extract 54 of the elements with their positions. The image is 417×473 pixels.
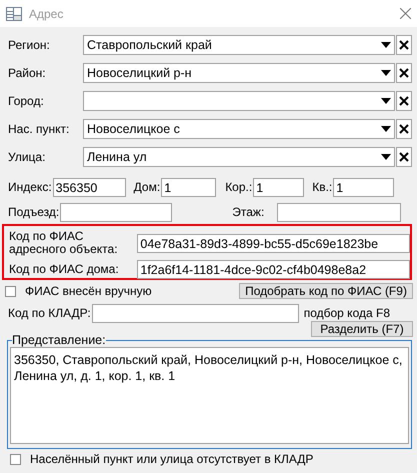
- field-label: Подъезд:: [8, 205, 60, 219]
- checkbox[interactable]: [5, 286, 16, 296]
- window-title: Адрес: [29, 6, 64, 20]
- input-field[interactable]: [60, 202, 172, 222]
- field-label: Регион:: [8, 38, 51, 52]
- group-title: Представление:: [12, 333, 106, 347]
- field-label: Код по КЛАДР:: [8, 306, 91, 320]
- clear-button[interactable]: [396, 63, 412, 83]
- input-field[interactable]: 1: [161, 178, 216, 196]
- dropdown-arrow-icon[interactable]: [381, 154, 391, 160]
- field-label: Индекс:: [8, 180, 52, 194]
- app-icon: [6, 6, 22, 20]
- field-label: Район:: [8, 66, 47, 80]
- clear-button[interactable]: [396, 119, 412, 139]
- dropdown[interactable]: Новоселицкое с: [83, 119, 395, 139]
- input-field[interactable]: [277, 202, 402, 222]
- field-label: Город:: [8, 94, 45, 108]
- close-icon: [399, 96, 409, 106]
- match-code-button[interactable]: Подобрать код по ФИАС (F9): [239, 283, 413, 299]
- clear-button[interactable]: [396, 147, 412, 167]
- input-field[interactable]: 356350: [52, 178, 126, 196]
- dropdown-arrow-icon[interactable]: [381, 98, 391, 104]
- split-button[interactable]: Разделить (F7): [311, 321, 413, 337]
- checkbox-label: Населённый пункт или улица отсутствует в КЛАДР: [30, 452, 314, 466]
- field-label: Кв.:: [312, 180, 332, 194]
- dropdown-arrow-icon[interactable]: [381, 42, 391, 48]
- field-label: Нас. пункт:: [8, 122, 70, 136]
- clear-button[interactable]: [396, 91, 412, 111]
- hint-text: подбор кода F8: [304, 306, 390, 320]
- close-icon[interactable]: [400, 8, 411, 19]
- input-field[interactable]: 1f2a6f14-1181-4dce-9c02-cf4b0498e8a2: [137, 260, 410, 278]
- field-label: Код по ФИАС адресного объекта:: [9, 230, 119, 256]
- input-field[interactable]: 1: [253, 178, 304, 196]
- dropdown[interactable]: Новоселицкий р-н: [83, 63, 395, 83]
- close-icon: [399, 152, 409, 162]
- close-icon: [399, 40, 409, 50]
- input-field[interactable]: [92, 304, 299, 322]
- dropdown-arrow-icon[interactable]: [381, 126, 391, 132]
- input-field[interactable]: 04e78a31-89d3-4899-bc55-d5c69e1823be: [137, 234, 410, 252]
- checkbox[interactable]: [10, 454, 21, 464]
- dropdown[interactable]: Ленина ул: [83, 147, 395, 167]
- dropdown-arrow-icon[interactable]: [381, 70, 391, 76]
- field-label: Этаж:: [232, 205, 266, 219]
- checkbox-label: ФИАС внесён вручную: [25, 284, 152, 298]
- close-icon: [399, 68, 409, 78]
- clear-button[interactable]: [396, 35, 412, 55]
- dropdown[interactable]: Ставропольский край: [83, 35, 395, 55]
- field-label: Код по ФИАС дома:: [9, 262, 120, 276]
- close-icon: [399, 124, 409, 134]
- field-label: Улица:: [8, 150, 46, 164]
- text-area[interactable]: 356350, Ставропольский край, Новоселицкий р-н, Новоселицкое с, Ленина ул, д. 1, кор. 1, кв. 1: [10, 347, 409, 444]
- field-label: Кор.:: [225, 180, 252, 194]
- input-field[interactable]: 1: [333, 178, 394, 196]
- field-label: Дом:: [134, 180, 160, 194]
